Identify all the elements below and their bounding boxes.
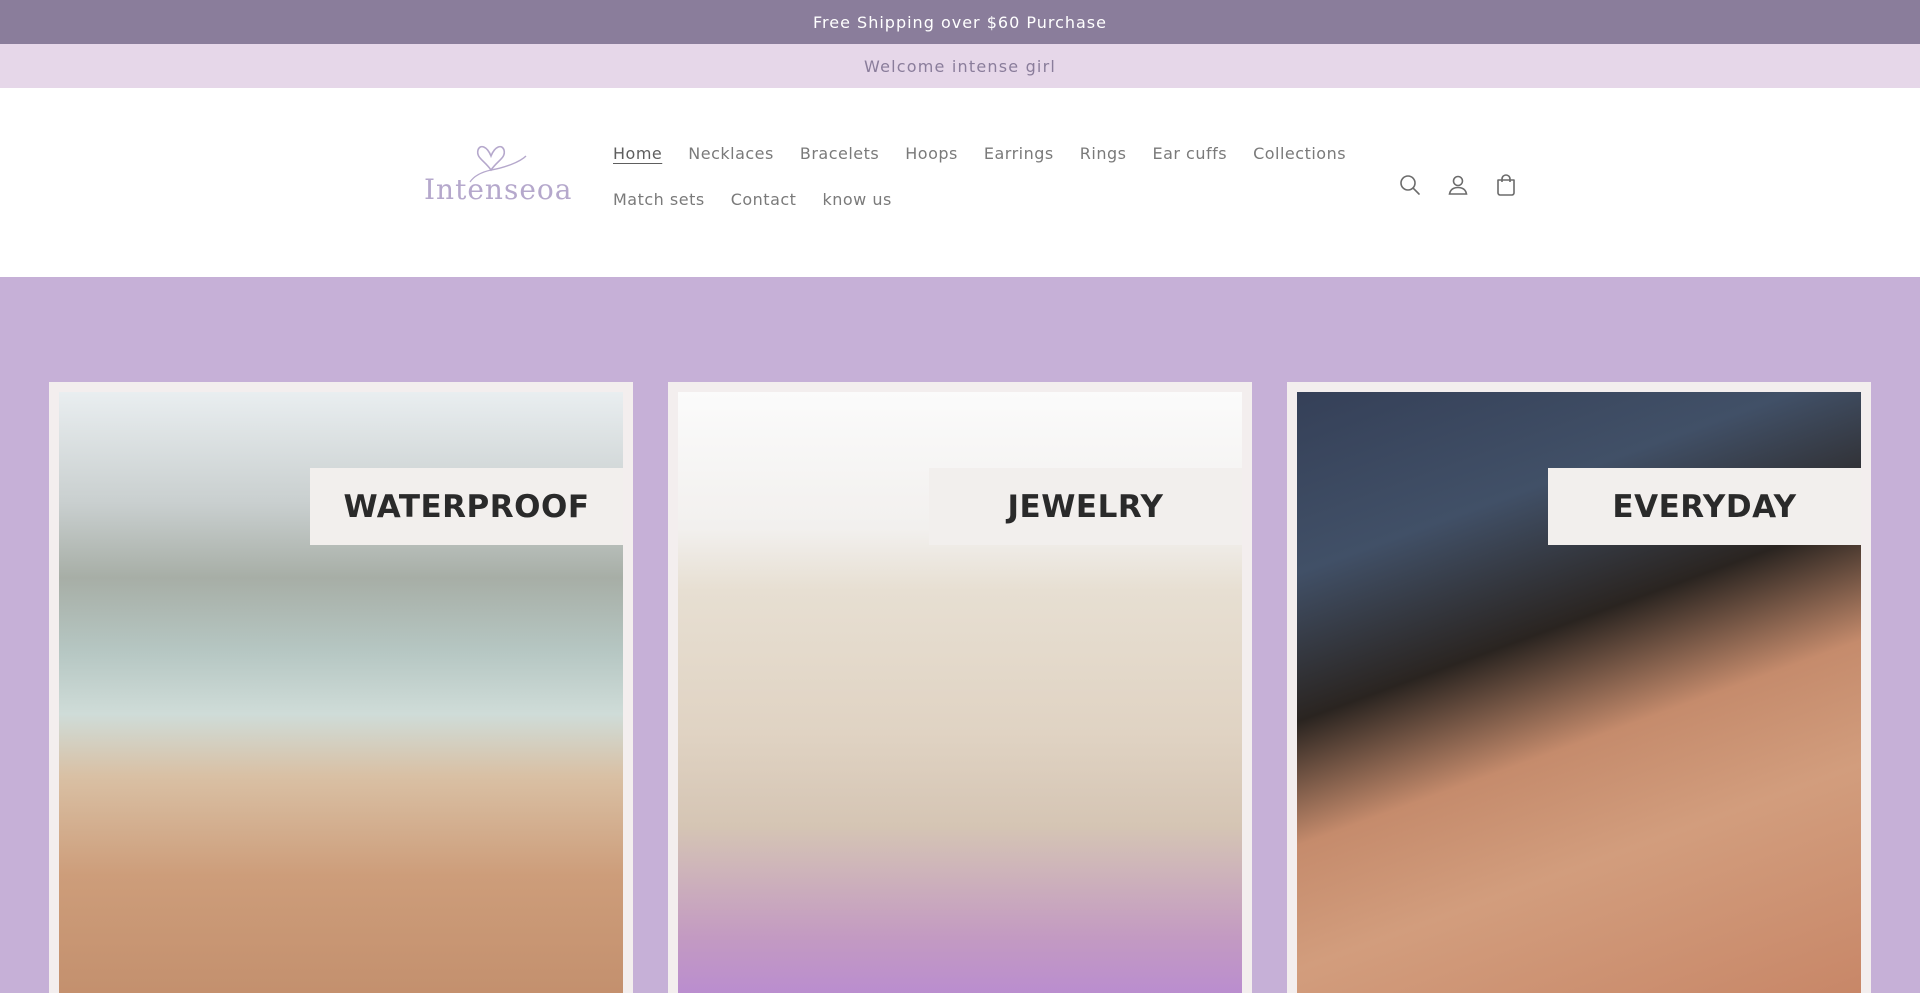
cart-icon [1497,174,1515,196]
nav-item-earrings[interactable]: Earrings [971,144,1067,164]
hero-card-label: EVERYDAY [1548,468,1861,545]
logo-text: Intenseoa [424,173,573,206]
nav-item-necklaces[interactable]: Necklaces [675,144,787,164]
nav-item-home[interactable]: Home [600,144,675,164]
cart-button[interactable] [1482,163,1530,207]
nav-item-bracelets[interactable]: Bracelets [787,144,892,164]
nav-item-ear-cuffs[interactable]: Ear cuffs [1139,144,1240,164]
hero-image-bracelet: WATERPROOF [59,392,623,993]
logo[interactable]: Intenseoa [424,132,573,206]
nav-row-2: Match sets Contact know us [600,190,905,210]
hero-image-earrings: EVERYDAY [1297,392,1861,993]
nav-item-match-sets[interactable]: Match sets [600,190,718,210]
account-button[interactable] [1434,163,1482,207]
search-button[interactable] [1386,163,1434,207]
account-icon [1448,175,1468,195]
header-icons [1386,163,1530,207]
hero-card-jewelry[interactable]: JEWELRY [668,382,1252,993]
site-header: Intenseoa Home Necklaces Bracelets Hoops… [0,88,1920,277]
announcement-text-secondary: Welcome intense girl [863,56,1056,76]
hero-card-waterproof[interactable]: WATERPROOF [49,382,633,993]
announcement-bar-secondary: Welcome intense girl [0,44,1920,88]
nav-item-collections[interactable]: Collections [1240,144,1359,164]
hero-card-everyday[interactable]: EVERYDAY [1287,382,1871,993]
hero-section: WATERPROOF JEWELRY EVERYDAY [0,277,1920,993]
hero-card-label: JEWELRY [929,468,1242,545]
announcement-bar-primary: Free Shipping over $60 Purchase [0,0,1920,44]
nav-item-rings[interactable]: Rings [1067,144,1140,164]
nav-item-contact[interactable]: Contact [718,190,810,210]
nav-item-know-us[interactable]: know us [809,190,904,210]
announcement-text-primary: Free Shipping over $60 Purchase [813,12,1107,32]
nav-item-hoops[interactable]: Hoops [892,144,971,164]
search-icon [1400,175,1420,195]
nav-row-1: Home Necklaces Bracelets Hoops Earrings … [600,144,1359,164]
hero-image-model: JEWELRY [678,392,1242,993]
hero-card-label: WATERPROOF [310,468,623,545]
